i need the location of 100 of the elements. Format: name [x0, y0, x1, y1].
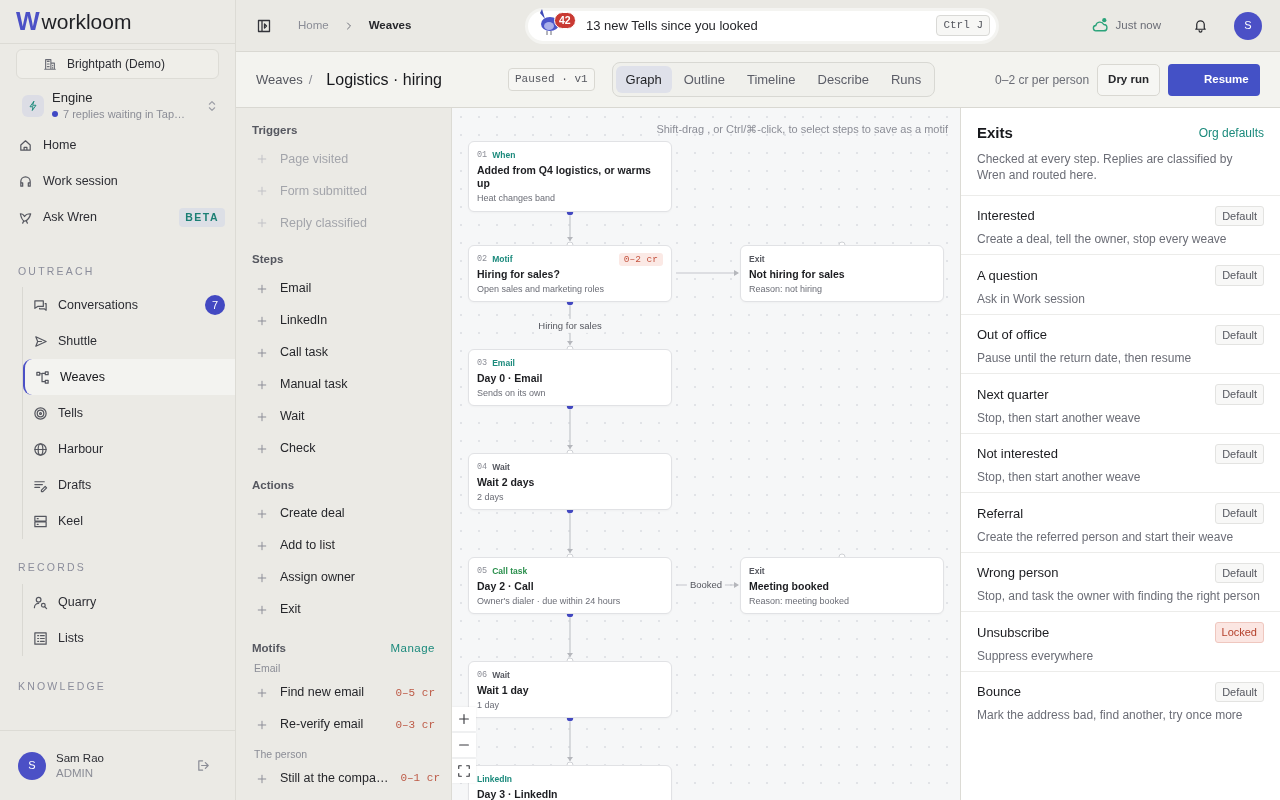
- step-type: Call task: [492, 564, 528, 578]
- manage-link[interactable]: Manage: [390, 639, 435, 657]
- step-node[interactable]: 02 Motif 0–2 cr Hiring for sales? Open sales and marketing roles: [468, 245, 672, 302]
- notifications-icon[interactable]: [1193, 18, 1208, 33]
- breadcrumb-link[interactable]: Weaves: [256, 69, 303, 90]
- palette-item[interactable]: Wait: [252, 400, 435, 433]
- dry-run-button[interactable]: Dry run: [1097, 63, 1160, 96]
- notification-banner[interactable]: 42 13 new Tells since you looked Ctrl J: [528, 10, 996, 41]
- count-badge: 7: [205, 295, 225, 316]
- step-node[interactable]: LinkedIn Day 3 · LinkedIn: [468, 765, 672, 800]
- nav-item[interactable]: Tells: [23, 395, 235, 432]
- palette-item[interactable]: Manual task: [252, 368, 435, 401]
- logout-icon[interactable]: [196, 758, 211, 773]
- exit-description: Stop, and task the owner with finding the right person: [977, 588, 1261, 605]
- subgroup-heading: The person: [254, 746, 309, 762]
- exit-title: Out of office: [977, 326, 1047, 344]
- step-type: Exit: [749, 252, 765, 266]
- nav-item[interactable]: Quarry: [23, 584, 235, 620]
- nav-item[interactable]: Work session: [0, 163, 235, 200]
- user-avatar[interactable]: S: [1234, 11, 1262, 40]
- bird-icon: [18, 210, 33, 225]
- step-title: Hiring for sales?: [477, 268, 561, 281]
- headset-icon: [18, 174, 33, 189]
- plus-icon: [256, 603, 268, 616]
- step-type: Motif: [492, 252, 513, 266]
- plus-icon: [256, 539, 268, 552]
- view-tab[interactable]: Describe: [807, 65, 879, 94]
- exit-description: Stop, then start another weave: [977, 469, 1142, 486]
- step-node[interactable]: 06 Wait Wait 1 day 1 day: [468, 661, 672, 718]
- step-node[interactable]: 01 When Added from Q4 logistics, or warms up Heat changes band: [468, 141, 672, 212]
- step-subtitle: Heat changes band: [477, 193, 557, 204]
- exit-description: Pause until the return date, then resume: [977, 350, 1193, 367]
- step-type: Wait: [492, 668, 510, 682]
- exit-node[interactable]: Exit Not hiring for sales Reason: not hiring: [740, 245, 944, 302]
- org-defaults-link[interactable]: Org defaults: [1198, 124, 1264, 143]
- exit-description: Create a deal, tell the owner, stop every weave: [977, 231, 1228, 248]
- panel-title: Exits: [977, 123, 1013, 143]
- palette-item[interactable]: Create deal: [252, 497, 435, 530]
- palette-item[interactable]: Call task: [252, 336, 435, 369]
- nav-item[interactable]: Keel: [23, 503, 235, 540]
- nav-item[interactable]: Drafts: [23, 467, 235, 504]
- palette-item[interactable]: Check: [252, 432, 435, 465]
- palette-item[interactable]: Add to list: [252, 529, 435, 562]
- cloud-sync-icon: [1090, 17, 1108, 34]
- exit-description: Mark the address bad, find another, try once more: [977, 707, 1244, 724]
- step-node[interactable]: 03 Email Day 0 · Email Sends on its own: [468, 349, 672, 406]
- step-title: Day 3 · LinkedIn: [477, 788, 559, 800]
- status-badge: Paused · v1: [507, 68, 595, 91]
- count-badge: 42: [554, 11, 576, 29]
- breadcrumb-separator: /: [308, 70, 313, 89]
- nav-item[interactable]: Lists: [23, 620, 235, 656]
- page-title: Logistics · hiring: [326, 69, 442, 90]
- exit-title: Referral: [977, 504, 1024, 523]
- zoom-out-button[interactable]: [452, 733, 476, 757]
- workspace-selector[interactable]: Brightpath (Demo): [16, 49, 219, 79]
- exit-title: Bounce: [977, 683, 1022, 701]
- connector-arrow: [567, 617, 573, 658]
- view-tab[interactable]: Graph: [615, 65, 672, 94]
- palette-item[interactable]: Email: [252, 272, 435, 305]
- step-type: Email: [492, 356, 515, 370]
- step-node[interactable]: 05 Call task Day 2 · Call Owner's dialer · due within 24 hours: [468, 557, 672, 614]
- shortcut-key: Ctrl J: [936, 15, 990, 36]
- nav-item[interactable]: Home: [0, 127, 235, 164]
- nav-item[interactable]: Shuttle: [23, 323, 235, 360]
- default-badge: Default: [1215, 562, 1264, 583]
- exit-title: Wrong person: [977, 564, 1059, 582]
- zoom-in-button[interactable]: [452, 707, 476, 731]
- palette-item[interactable]: LinkedIn: [252, 304, 435, 337]
- view-tab[interactable]: Runs: [880, 65, 932, 94]
- connector-arrow: [675, 270, 739, 276]
- section-heading: OUTREACH: [17, 263, 96, 279]
- exit-node[interactable]: Exit Meeting booked Reason: meeting booked: [740, 557, 944, 614]
- plus-icon: [256, 217, 268, 230]
- default-badge: Default: [1215, 324, 1264, 345]
- palette-item[interactable]: Find new email 0–5 cr: [252, 676, 435, 709]
- step-node[interactable]: 04 Wait Wait 2 days 2 days: [468, 453, 672, 510]
- palette-item[interactable]: Exit: [252, 593, 435, 626]
- step-number: 02: [477, 252, 488, 266]
- engine-switcher[interactable]: Engine 7 replies waiting in Tap…: [22, 89, 219, 123]
- view-tab[interactable]: Timeline: [736, 65, 806, 94]
- cost-tag: 0–1 cr: [400, 770, 440, 787]
- group-heading: Steps: [252, 252, 285, 268]
- sidebar-toggle-icon[interactable]: [256, 17, 272, 34]
- nav-item[interactable]: Weaves: [23, 359, 235, 396]
- canvas-hint: Shift-drag , or Ctrl/⌘-click, to select steps to save as a motif: [656, 122, 948, 137]
- nav-item[interactable]: Ask Wren BETA: [0, 199, 235, 236]
- plus-icon: [256, 686, 268, 699]
- fit-view-button[interactable]: [452, 759, 476, 783]
- logo-mark: W: [16, 9, 40, 34]
- palette-item[interactable]: Re-verify email 0–3 cr: [252, 708, 435, 741]
- nav-item[interactable]: Harbour: [23, 431, 235, 468]
- bolt-icon: [22, 94, 44, 117]
- sync-status: Just now: [1115, 17, 1161, 33]
- resume-button[interactable]: Resume: [1168, 63, 1260, 96]
- step-subtitle: 1 day: [477, 700, 501, 711]
- palette-item[interactable]: Assign owner: [252, 561, 435, 594]
- view-tab[interactable]: Outline: [673, 65, 735, 94]
- group-heading: Triggers: [252, 123, 299, 138]
- globe-icon: [33, 441, 48, 457]
- nav-item[interactable]: Conversations 7: [23, 287, 235, 324]
